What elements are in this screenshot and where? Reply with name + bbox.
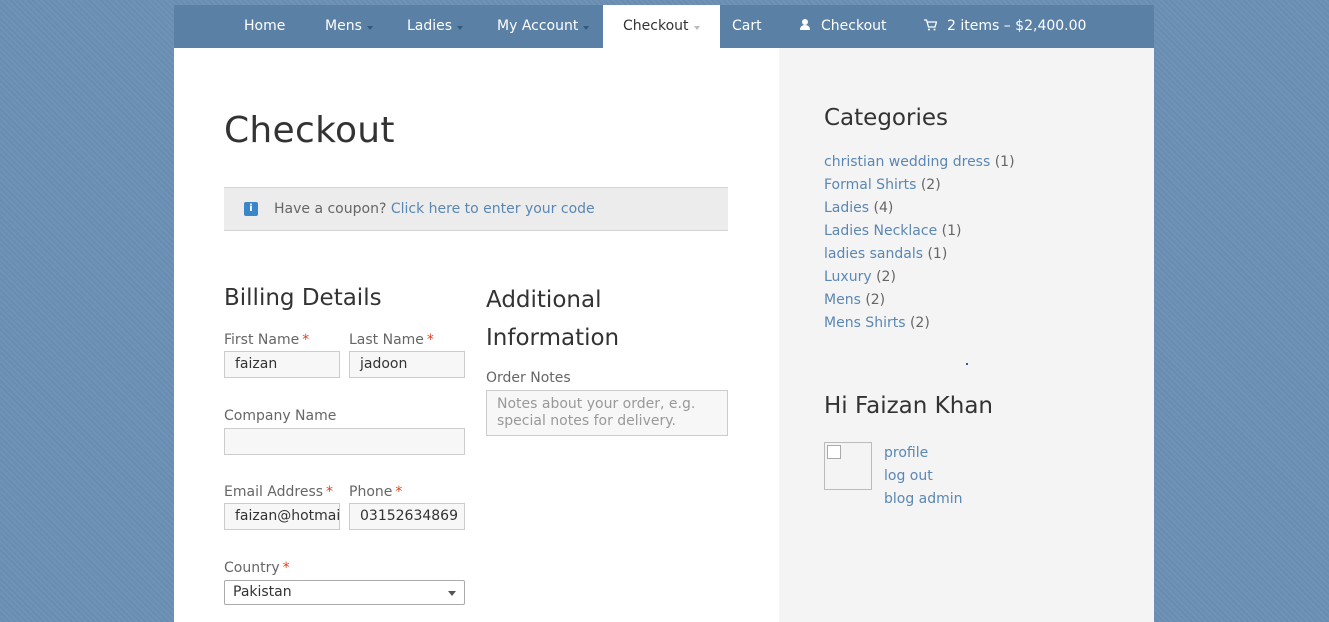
category-link[interactable]: Luxury — [824, 269, 872, 285]
blog-admin-link[interactable]: blog admin — [884, 491, 963, 507]
categories-heading: Categories — [824, 105, 948, 131]
user-greeting: Hi Faizan Khan — [824, 393, 993, 419]
logout-link[interactable]: log out — [884, 468, 933, 484]
list-item: Mens (2) — [824, 289, 1015, 312]
avatar — [824, 442, 872, 490]
coupon-notice: i Have a coupon? Click here to enter you… — [224, 187, 728, 231]
list-item: christian wedding dress (1) — [824, 151, 1015, 174]
dropdown-arrow-icon — [366, 26, 373, 30]
list-item: Formal Shirts (2) — [824, 174, 1015, 197]
required-marker: * — [282, 560, 290, 576]
category-link[interactable]: christian wedding dress — [824, 154, 990, 170]
category-count: (4) — [873, 200, 894, 216]
nav-mens[interactable]: Mens — [325, 5, 373, 48]
category-count: (1) — [927, 246, 948, 262]
category-link[interactable]: Ladies Necklace — [824, 223, 937, 239]
nav-checkout-user-label: Checkout — [821, 18, 887, 34]
email-label: Email Address * — [224, 484, 334, 500]
category-link[interactable]: Formal Shirts — [824, 177, 916, 193]
required-marker: * — [326, 484, 334, 500]
page-title: Checkout — [224, 110, 395, 151]
broken-image-icon — [827, 445, 841, 459]
nav-home-label: Home — [244, 18, 286, 34]
list-item: ladies sandals (1) — [824, 243, 1015, 266]
category-count: (2) — [876, 269, 896, 285]
email-field[interactable]: faizan@hotmail.com — [224, 503, 340, 530]
phone-label: Phone * — [349, 484, 403, 500]
additional-information-heading: Additional Information — [486, 287, 620, 351]
nav-my-account-label: My Account — [497, 18, 579, 34]
phone-field[interactable]: 03152634869 — [349, 503, 465, 530]
nav-checkout-active[interactable]: Checkout — [603, 5, 720, 48]
nav-cart-summary[interactable]: 2 items – $2,400.00 — [924, 5, 1086, 48]
order-notes-label: Order Notes — [486, 370, 571, 386]
nav-cart-label: Cart — [732, 18, 762, 34]
main-nav: Home Mens Ladies My Account Checkout Car… — [174, 5, 1154, 49]
decorative-dot — [966, 363, 968, 365]
coupon-prompt: Have a coupon? — [274, 201, 387, 217]
required-marker: * — [426, 332, 434, 348]
chevron-down-icon — [448, 591, 456, 596]
billing-details-heading: Billing Details — [224, 285, 382, 311]
sidebar: Categories christian wedding dress (1) F… — [779, 48, 1154, 622]
nav-my-account[interactable]: My Account — [497, 5, 590, 48]
main-content: Checkout i Have a coupon? Click here to … — [174, 48, 779, 622]
required-marker: * — [302, 332, 310, 348]
last-name-field[interactable]: jadoon — [349, 351, 465, 378]
profile-link[interactable]: profile — [884, 445, 928, 461]
page-container: Home Mens Ladies My Account Checkout Car… — [174, 5, 1154, 622]
nav-ladies[interactable]: Ladies — [407, 5, 464, 48]
category-count: (2) — [909, 315, 930, 331]
order-notes-field[interactable]: Notes about your order, e.g. special not… — [486, 390, 728, 436]
country-select[interactable]: Pakistan — [224, 580, 465, 605]
list-item: Ladies Necklace (1) — [824, 220, 1015, 243]
info-icon: i — [244, 202, 258, 216]
company-name-label: Company Name — [224, 408, 337, 424]
dropdown-arrow-icon — [457, 26, 464, 30]
country-select-value: Pakistan — [233, 584, 292, 600]
nav-ladies-label: Ladies — [407, 18, 453, 34]
category-count: (1) — [994, 154, 1015, 170]
nav-checkout-label: Checkout — [623, 18, 689, 34]
last-name-label: Last Name * — [349, 332, 434, 348]
nav-cart-summary-label: 2 items – $2,400.00 — [947, 18, 1087, 34]
nav-checkout-user[interactable]: Checkout — [799, 5, 887, 48]
category-link[interactable]: Ladies — [824, 200, 869, 216]
list-item: Mens Shirts (2) — [824, 312, 1015, 335]
dropdown-arrow-icon — [583, 26, 590, 30]
categories-list: christian wedding dress (1) Formal Shirt… — [824, 151, 1015, 335]
first-name-label: First Name * — [224, 332, 310, 348]
category-count: (1) — [941, 223, 962, 239]
category-count: (2) — [865, 292, 886, 308]
required-marker: * — [395, 484, 403, 500]
list-item: Ladies (4) — [824, 197, 1015, 220]
coupon-link[interactable]: Click here to enter your code — [391, 201, 595, 217]
category-link[interactable]: Mens Shirts — [824, 315, 906, 331]
nav-cart[interactable]: Cart — [732, 5, 762, 48]
company-name-field[interactable] — [224, 428, 465, 455]
country-label: Country * — [224, 560, 290, 576]
nav-mens-label: Mens — [325, 18, 362, 34]
cart-icon — [924, 19, 938, 31]
dropdown-arrow-icon — [693, 26, 700, 30]
category-link[interactable]: ladies sandals — [824, 246, 923, 262]
nav-home[interactable]: Home — [244, 5, 285, 48]
user-links: profile log out blog admin — [884, 442, 963, 511]
list-item: Luxury (2) — [824, 266, 1015, 289]
user-icon — [800, 19, 810, 30]
category-count: (2) — [920, 177, 941, 193]
category-link[interactable]: Mens — [824, 292, 861, 308]
first-name-field[interactable]: faizan — [224, 351, 340, 378]
